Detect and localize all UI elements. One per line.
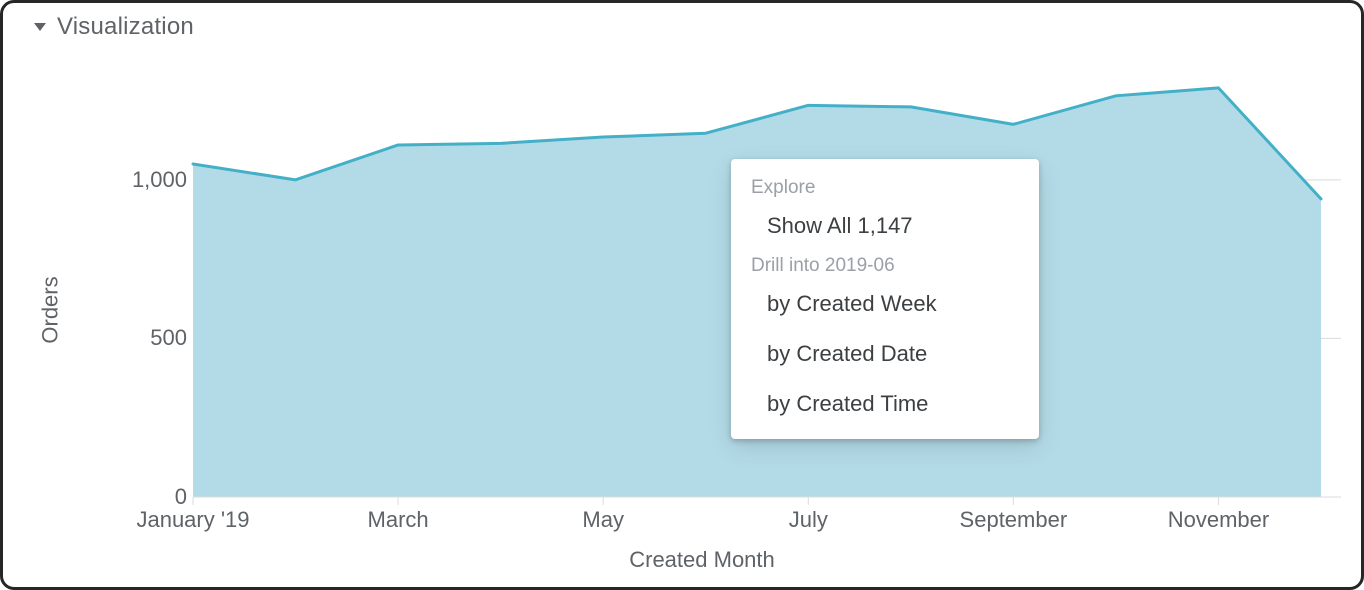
collapse-caret-icon[interactable] (33, 20, 47, 34)
y-axis-label: Orders (38, 276, 64, 343)
drill-context-menu: Explore Show All 1,147 Drill into 2019-0… (731, 159, 1039, 439)
panel-header[interactable]: Visualization (3, 3, 1361, 41)
menu-item-show-all[interactable]: Show All 1,147 (731, 201, 1039, 251)
menu-item-drill-week[interactable]: by Created Week (731, 279, 1039, 329)
menu-item-drill-time[interactable]: by Created Time (731, 379, 1039, 429)
menu-item-drill-date[interactable]: by Created Date (731, 329, 1039, 379)
chart-area: Orders 05001,000 January '19MarchMayJuly… (63, 53, 1341, 567)
area-chart[interactable] (63, 53, 1341, 567)
menu-section-explore: Explore (731, 173, 1039, 201)
menu-section-drill: Drill into 2019-06 (731, 251, 1039, 279)
visualization-panel: Visualization Orders 05001,000 January '… (0, 0, 1364, 590)
panel-title: Visualization (57, 13, 194, 41)
